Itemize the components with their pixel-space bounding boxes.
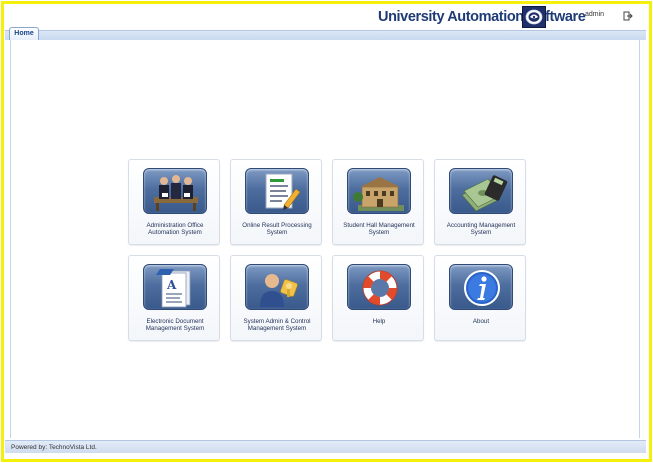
- footer-text: Powered by: TechnoVista Ltd.: [11, 444, 97, 451]
- university-seal-icon: [522, 6, 546, 28]
- module-student-hall-management[interactable]: Student Hall Management System: [332, 159, 424, 245]
- module-label: Electronic Document Management System: [145, 318, 205, 332]
- office-staff-icon: [143, 168, 207, 214]
- module-online-result-processing[interactable]: Online Result Processing System: [230, 159, 322, 245]
- main-content: Administration Office Automation System: [10, 40, 640, 438]
- module-grid: Administration Office Automation System: [128, 159, 526, 345]
- module-help[interactable]: Help: [332, 255, 424, 341]
- admin-user-key-icon: [245, 264, 309, 310]
- hall-building-icon: [347, 168, 411, 214]
- logout-icon[interactable]: [623, 8, 633, 21]
- tab-home[interactable]: Home: [9, 27, 39, 40]
- module-label: Student Hall Management System: [343, 222, 415, 236]
- module-label: About: [472, 318, 490, 325]
- info-icon: [449, 264, 513, 310]
- module-accounting-management[interactable]: Accounting Management System: [434, 159, 526, 245]
- module-label: System Admin & Control Management System: [243, 318, 311, 332]
- money-calculator-icon: [449, 168, 513, 214]
- user-name[interactable]: admin: [585, 11, 604, 18]
- footer: Powered by: TechnoVista Ltd.: [5, 440, 646, 453]
- module-about[interactable]: About: [434, 255, 526, 341]
- module-electronic-document[interactable]: A Electronic Document Management System: [128, 255, 220, 341]
- app-header: University Automation Software admin: [5, 4, 646, 30]
- module-label: Online Result Processing System: [242, 222, 312, 236]
- module-label: Accounting Management System: [446, 222, 516, 236]
- tab-bar: [5, 30, 646, 40]
- module-label: Help: [372, 318, 386, 325]
- svg-text:A: A: [166, 278, 177, 292]
- module-label: Administration Office Automation System: [146, 222, 204, 236]
- lifebuoy-icon: [347, 264, 411, 310]
- e-document-icon: A: [143, 264, 207, 310]
- app-title: University Automation Software: [378, 9, 586, 25]
- module-system-admin-control[interactable]: System Admin & Control Management System: [230, 255, 322, 341]
- module-administration-office[interactable]: Administration Office Automation System: [128, 159, 220, 245]
- document-edit-icon: [245, 168, 309, 214]
